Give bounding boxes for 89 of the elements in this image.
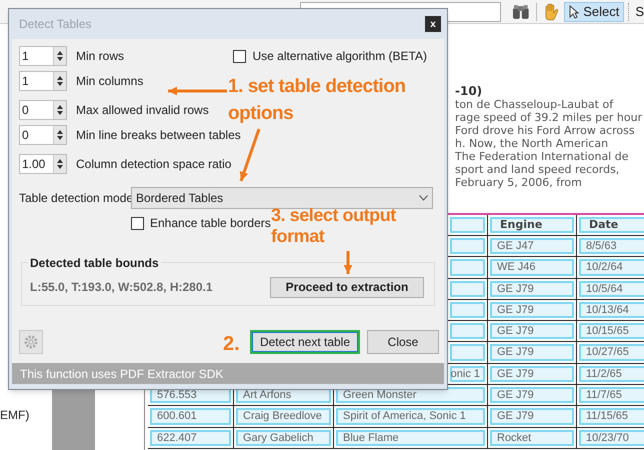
field-label: Min columns <box>76 73 144 90</box>
document-text: Ford drove his Ford Arrow across <box>455 124 636 137</box>
checkbox-label: Use alternative algorithm (BETA) <box>252 48 427 65</box>
table-cell <box>450 302 485 318</box>
bounds-text: L:55.0, T:193.0, W:502.8, H:280.1 <box>30 279 213 296</box>
table-cell: Spirit of America, Sonic 1 <box>336 408 485 425</box>
table-cell <box>450 217 485 233</box>
document-text: ton de Chasseloup-Laubat of <box>455 98 614 111</box>
annotation-text: 1. set table detection options <box>228 75 406 126</box>
table-cell: Rocket <box>490 430 574 446</box>
document-text: rage speed of 39.2 miles per hour <box>455 111 644 124</box>
checkbox[interactable] <box>233 50 246 62</box>
document-heading: -10) <box>455 84 484 98</box>
settings-icon <box>23 334 39 350</box>
table-cell <box>450 280 485 297</box>
column-header: Date <box>579 217 644 233</box>
up-arrow-icon[interactable] <box>57 105 63 109</box>
toolbar-button[interactable]: S <box>635 2 644 22</box>
select-button[interactable]: Select <box>564 2 624 22</box>
number-spinner[interactable]: 1 <box>19 46 67 66</box>
field-label: Min line breaks between tables <box>76 127 241 144</box>
mode-dropdown[interactable]: Bordered Tables <box>131 187 433 209</box>
number-spinner[interactable]: 0 <box>19 100 67 120</box>
table-cell <box>450 238 485 254</box>
up-arrow-icon[interactable] <box>57 130 63 134</box>
chevron-down-icon <box>419 195 428 201</box>
window-title: Detect Tables <box>19 16 92 33</box>
up-arrow-icon[interactable] <box>57 159 63 163</box>
table-cell <box>450 259 485 276</box>
number-spinner[interactable]: 1 <box>19 71 67 91</box>
table-cell: 11/2/65 <box>579 366 644 382</box>
up-arrow-icon[interactable] <box>57 76 63 80</box>
up-arrow-icon[interactable] <box>57 51 63 55</box>
table-cell <box>450 344 485 361</box>
table-cell: 8/5/63 <box>579 238 644 254</box>
down-arrow-icon[interactable] <box>57 165 63 169</box>
table-cell: GE J47 <box>490 238 574 254</box>
table-cell: WE J46 <box>490 259 574 276</box>
number-spinner[interactable]: 1.00 <box>19 154 67 174</box>
window-close-button[interactable]: x <box>425 16 441 32</box>
checkbox[interactable] <box>131 216 144 230</box>
down-arrow-icon[interactable] <box>57 57 63 61</box>
table-cell: GE J79 <box>490 344 574 361</box>
table-cell: 10/5/64 <box>579 280 644 297</box>
table-cell: GE J79 <box>490 302 574 318</box>
table-cell: 11/15/65 <box>579 408 644 425</box>
document-text: The Federation International de <box>455 150 630 163</box>
table-cell: GE J79 <box>490 280 574 297</box>
document-text: h. Now, the North American <box>455 137 610 150</box>
table-cell: 600.601 <box>150 408 231 425</box>
hand-icon[interactable] <box>542 2 558 20</box>
arrow <box>168 86 227 96</box>
field-label: Column detection space ratio <box>76 156 232 173</box>
document-text: February 5, 2006, from <box>455 176 583 189</box>
status-bar: This function uses PDF Extractor SDK <box>12 363 444 384</box>
binoculars-icon[interactable] <box>512 4 530 20</box>
table-cell: Craig Breedlove <box>236 408 331 425</box>
down-arrow-icon[interactable] <box>57 111 63 115</box>
checkbox-label: Enhance table borders <box>150 215 271 232</box>
side-panel <box>52 390 95 450</box>
table-cell: 10/27/65 <box>579 344 644 361</box>
dialog-button[interactable]: Detect next table <box>250 330 360 354</box>
arrow <box>240 128 260 182</box>
table-cell <box>450 323 485 340</box>
dialog-button[interactable]: Close <box>367 330 439 354</box>
table-cell: GE J79 <box>490 323 574 340</box>
table-cell: GE J79 <box>490 366 574 382</box>
table-cell: GE J79 <box>490 387 574 404</box>
annotation-text: 2. <box>223 332 240 357</box>
table-cell: GE J79 <box>490 408 574 425</box>
column-header: Engine <box>490 217 574 233</box>
down-arrow-icon[interactable] <box>57 82 63 86</box>
table-cell: 10/15/65 <box>579 323 644 340</box>
document-text: sport and land speed records, <box>455 163 620 176</box>
arrow <box>344 251 352 274</box>
panel-text: EMF) <box>0 407 30 424</box>
pointer-icon <box>569 4 580 18</box>
table-cell: 10/13/64 <box>579 302 644 318</box>
table-cell: 11/7/65 <box>579 387 644 404</box>
table-cell: Gary Gabelich <box>236 430 331 446</box>
down-arrow-icon[interactable] <box>57 136 63 140</box>
field-label: Max allowed invalid rows <box>76 102 209 119</box>
field-label: Min rows <box>76 48 124 65</box>
table-cell: 622.407 <box>150 430 231 446</box>
proceed-button[interactable]: Proceed to extraction <box>270 276 424 298</box>
table-cell: 10/23/70 <box>579 430 644 446</box>
table-cell: 10/2/64 <box>579 259 644 276</box>
table-cell: Blue Flame <box>336 430 485 446</box>
number-spinner[interactable]: 0 <box>19 125 67 145</box>
